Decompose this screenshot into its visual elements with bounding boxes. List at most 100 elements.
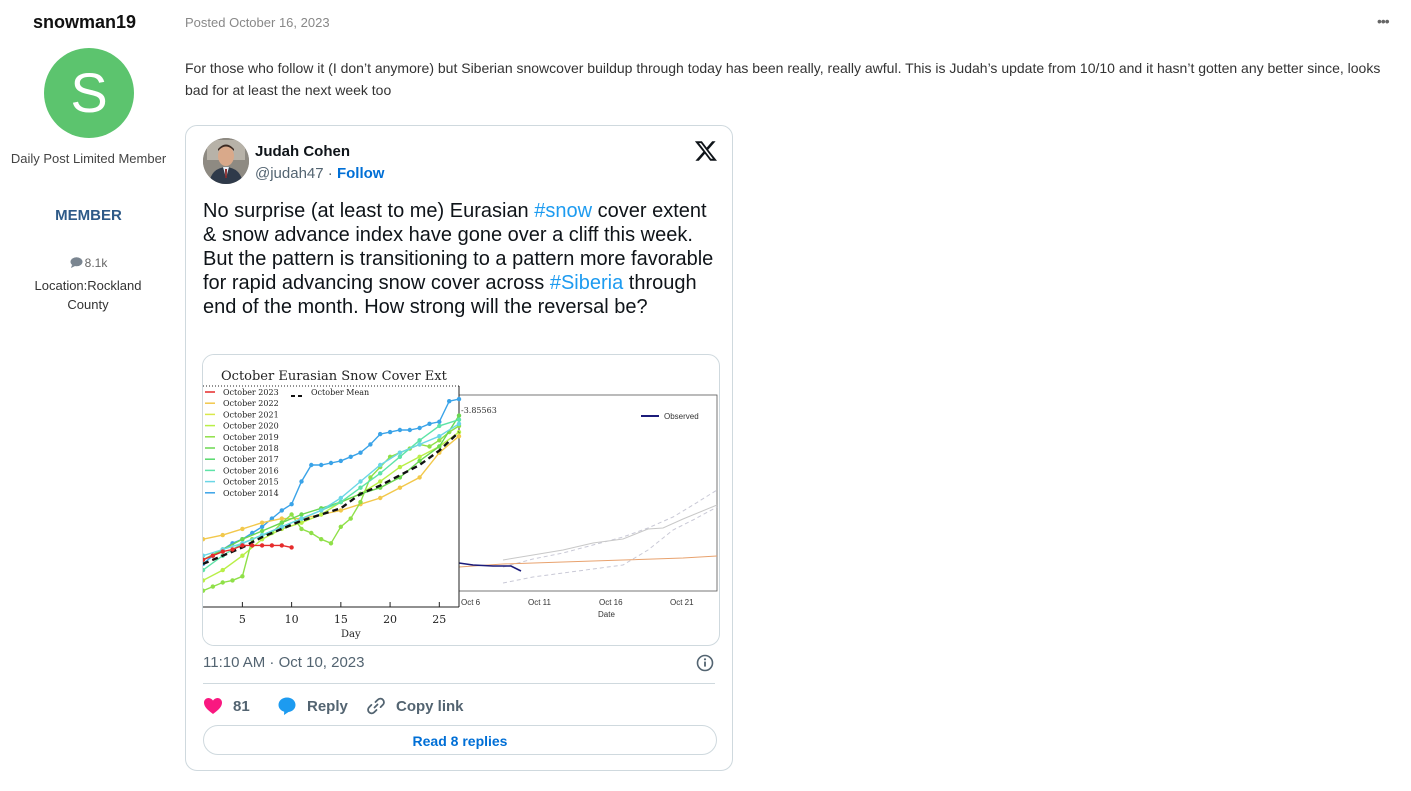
legend-label: October 2018 <box>223 444 279 453</box>
xtick-label: 15 <box>334 613 348 626</box>
tweet-author-name[interactable]: Judah Cohen <box>255 143 350 160</box>
data-point <box>378 479 383 484</box>
data-point <box>397 427 403 433</box>
data-point <box>319 537 324 542</box>
sai-xtick: Oct 11 <box>528 598 552 607</box>
data-point <box>417 475 422 480</box>
data-point <box>437 423 442 429</box>
data-point <box>387 429 393 435</box>
data-point <box>378 495 383 501</box>
data-point <box>240 553 245 558</box>
sai-legend-observed: Observed <box>664 412 699 421</box>
copy-link-label: Copy link <box>396 697 464 715</box>
data-point <box>437 419 442 424</box>
copy-link-button[interactable]: Copy link <box>366 694 464 718</box>
sai-xtick: Oct 6 <box>461 598 481 607</box>
xtick-label: 20 <box>383 613 397 626</box>
data-point <box>319 462 324 468</box>
post-author[interactable]: snowman19 <box>33 12 136 33</box>
data-point <box>358 479 363 484</box>
sai-annotation: -3.85563 <box>461 406 497 415</box>
data-point <box>378 471 383 476</box>
reply-button[interactable]: Reply <box>277 694 348 718</box>
tweet-media[interactable]: -3.85563 Observed Oct 6 Oct 11 Oct 16 Oc… <box>202 354 720 646</box>
data-point <box>397 485 403 490</box>
data-point <box>210 584 215 589</box>
legend-label: October 2019 <box>223 433 279 442</box>
data-point <box>447 399 452 404</box>
data-point <box>299 479 304 484</box>
data-point <box>417 438 422 443</box>
data-point <box>289 545 294 550</box>
handle-separator: · <box>323 165 337 182</box>
data-point <box>397 454 403 459</box>
extent-title: October Eurasian Snow Cover Ext <box>221 369 448 384</box>
more-options-icon[interactable]: ••• <box>1377 13 1390 29</box>
data-point <box>417 454 422 459</box>
data-point <box>456 429 462 435</box>
post-count: 8.1k <box>0 256 177 270</box>
data-point <box>368 442 373 447</box>
member-group: MEMBER <box>55 207 122 224</box>
data-point <box>279 520 284 525</box>
xtick-label: 5 <box>239 613 246 626</box>
data-point <box>220 549 225 554</box>
avatar[interactable]: S <box>44 48 134 138</box>
data-point <box>220 580 225 585</box>
data-point <box>259 543 265 548</box>
data-point <box>338 524 343 529</box>
tweet-text: No surprise (at least to me) Eurasian #s… <box>203 199 718 319</box>
data-point <box>230 547 235 552</box>
legend-label: October 2021 <box>223 410 279 419</box>
info-icon[interactable] <box>696 654 714 672</box>
data-point <box>437 434 442 439</box>
follow-link[interactable]: Follow <box>337 165 385 182</box>
data-point <box>397 450 403 455</box>
legend-label: October 2015 <box>223 478 279 487</box>
handle-text[interactable]: @judah47 <box>255 165 324 182</box>
sai-chart: -3.85563 Observed Oct 6 Oct 11 Oct 16 Oc… <box>458 394 718 619</box>
reply-label: Reply <box>307 697 348 715</box>
tweet-divider <box>203 683 715 684</box>
tweet-author-handle: @judah47 · Follow <box>255 165 384 182</box>
data-point <box>279 543 284 548</box>
data-point <box>309 462 314 468</box>
data-point <box>427 444 432 449</box>
data-point <box>299 516 304 521</box>
data-point <box>348 516 353 521</box>
data-point <box>417 425 422 431</box>
post-count-value: 8.1k <box>84 256 108 270</box>
data-point <box>289 502 294 507</box>
data-point <box>259 528 265 534</box>
comment-icon <box>70 257 83 268</box>
data-point <box>210 553 215 558</box>
read-replies-button[interactable]: Read 8 replies <box>203 725 717 755</box>
post-date[interactable]: Posted October 16, 2023 <box>185 15 330 30</box>
data-point <box>358 485 363 490</box>
sai-xtick: Oct 16 <box>599 598 623 607</box>
data-point <box>456 417 462 422</box>
tweet-author-avatar[interactable] <box>203 138 249 184</box>
data-point <box>230 578 235 583</box>
data-point <box>299 520 304 525</box>
data-point <box>240 526 245 532</box>
x-logo-icon[interactable] <box>694 139 718 163</box>
data-point <box>279 508 284 513</box>
data-point <box>348 454 353 459</box>
like-button[interactable]: 81 <box>203 694 250 718</box>
data-point <box>437 438 442 443</box>
data-point <box>259 520 265 525</box>
post-body: For those who follow it (I don’t anymore… <box>185 60 1381 98</box>
hashtag-siberia[interactable]: #Siberia <box>550 272 623 294</box>
tweet-timestamp[interactable]: 11:10 AM · Oct 10, 2023 <box>203 654 364 671</box>
like-count: 81 <box>233 697 250 715</box>
link-icon <box>367 697 385 715</box>
hashtag-snow[interactable]: #snow <box>534 200 592 222</box>
sai-xtick: Oct 21 <box>670 598 694 607</box>
data-point <box>407 427 412 433</box>
data-point <box>427 421 432 426</box>
data-point <box>299 512 304 517</box>
data-point <box>456 434 462 439</box>
extent-chart: October Eurasian Snow Cover Ext October … <box>203 355 462 645</box>
tweet-text-part: No surprise (at least to me) Eurasian <box>203 200 535 222</box>
